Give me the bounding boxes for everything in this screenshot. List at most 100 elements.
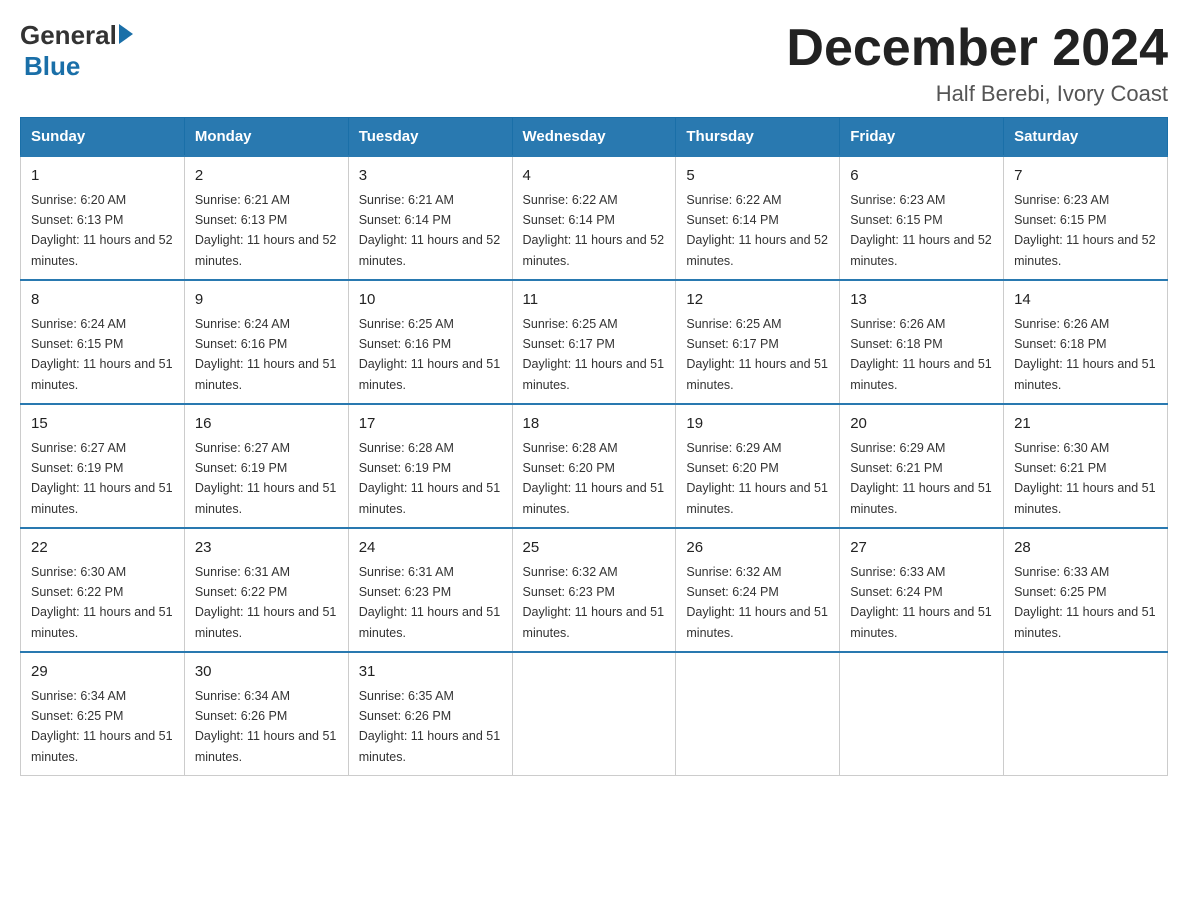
day-number: 19 — [686, 413, 829, 436]
week-row-1: 1 Sunrise: 6:20 AMSunset: 6:13 PMDayligh… — [21, 156, 1168, 280]
day-number: 23 — [195, 537, 338, 560]
header-sunday: Sunday — [21, 118, 185, 157]
table-cell: 26 Sunrise: 6:32 AMSunset: 6:24 PMDaylig… — [676, 528, 840, 652]
day-info: Sunrise: 6:29 AMSunset: 6:21 PMDaylight:… — [850, 441, 992, 516]
week-row-5: 29 Sunrise: 6:34 AMSunset: 6:25 PMDaylig… — [21, 652, 1168, 776]
day-number: 7 — [1014, 165, 1157, 188]
day-number: 31 — [359, 661, 502, 684]
day-info: Sunrise: 6:23 AMSunset: 6:15 PMDaylight:… — [850, 193, 992, 268]
table-cell: 29 Sunrise: 6:34 AMSunset: 6:25 PMDaylig… — [21, 652, 185, 776]
header-row: SundayMondayTuesdayWednesdayThursdayFrid… — [21, 118, 1168, 157]
day-info: Sunrise: 6:27 AMSunset: 6:19 PMDaylight:… — [31, 441, 173, 516]
day-number: 18 — [523, 413, 666, 436]
table-cell: 25 Sunrise: 6:32 AMSunset: 6:23 PMDaylig… — [512, 528, 676, 652]
day-number: 15 — [31, 413, 174, 436]
day-number: 20 — [850, 413, 993, 436]
day-number: 11 — [523, 289, 666, 312]
table-cell: 17 Sunrise: 6:28 AMSunset: 6:19 PMDaylig… — [348, 404, 512, 528]
table-cell: 6 Sunrise: 6:23 AMSunset: 6:15 PMDayligh… — [840, 156, 1004, 280]
table-cell: 18 Sunrise: 6:28 AMSunset: 6:20 PMDaylig… — [512, 404, 676, 528]
day-number: 28 — [1014, 537, 1157, 560]
day-info: Sunrise: 6:30 AMSunset: 6:21 PMDaylight:… — [1014, 441, 1156, 516]
day-info: Sunrise: 6:29 AMSunset: 6:20 PMDaylight:… — [686, 441, 828, 516]
day-info: Sunrise: 6:30 AMSunset: 6:22 PMDaylight:… — [31, 565, 173, 640]
day-number: 25 — [523, 537, 666, 560]
day-info: Sunrise: 6:22 AMSunset: 6:14 PMDaylight:… — [523, 193, 665, 268]
header-friday: Friday — [840, 118, 1004, 157]
location-title: Half Berebi, Ivory Coast — [786, 81, 1168, 107]
day-info: Sunrise: 6:26 AMSunset: 6:18 PMDaylight:… — [850, 317, 992, 392]
day-number: 13 — [850, 289, 993, 312]
day-number: 10 — [359, 289, 502, 312]
day-info: Sunrise: 6:21 AMSunset: 6:14 PMDaylight:… — [359, 193, 501, 268]
table-cell: 10 Sunrise: 6:25 AMSunset: 6:16 PMDaylig… — [348, 280, 512, 404]
table-cell: 16 Sunrise: 6:27 AMSunset: 6:19 PMDaylig… — [184, 404, 348, 528]
calendar-table: SundayMondayTuesdayWednesdayThursdayFrid… — [20, 117, 1168, 776]
title-section: December 2024 Half Berebi, Ivory Coast — [786, 20, 1168, 107]
table-cell: 7 Sunrise: 6:23 AMSunset: 6:15 PMDayligh… — [1004, 156, 1168, 280]
table-cell — [512, 652, 676, 776]
table-cell: 8 Sunrise: 6:24 AMSunset: 6:15 PMDayligh… — [21, 280, 185, 404]
logo-general-text: General — [20, 20, 117, 51]
header-tuesday: Tuesday — [348, 118, 512, 157]
day-info: Sunrise: 6:28 AMSunset: 6:20 PMDaylight:… — [523, 441, 665, 516]
day-number: 3 — [359, 165, 502, 188]
day-info: Sunrise: 6:34 AMSunset: 6:25 PMDaylight:… — [31, 689, 173, 764]
day-info: Sunrise: 6:31 AMSunset: 6:23 PMDaylight:… — [359, 565, 501, 640]
day-info: Sunrise: 6:34 AMSunset: 6:26 PMDaylight:… — [195, 689, 337, 764]
day-number: 21 — [1014, 413, 1157, 436]
day-info: Sunrise: 6:27 AMSunset: 6:19 PMDaylight:… — [195, 441, 337, 516]
header-thursday: Thursday — [676, 118, 840, 157]
day-info: Sunrise: 6:33 AMSunset: 6:25 PMDaylight:… — [1014, 565, 1156, 640]
table-cell: 24 Sunrise: 6:31 AMSunset: 6:23 PMDaylig… — [348, 528, 512, 652]
header-monday: Monday — [184, 118, 348, 157]
day-number: 24 — [359, 537, 502, 560]
table-cell: 3 Sunrise: 6:21 AMSunset: 6:14 PMDayligh… — [348, 156, 512, 280]
day-number: 26 — [686, 537, 829, 560]
logo-arrow-icon — [119, 24, 133, 44]
table-cell: 13 Sunrise: 6:26 AMSunset: 6:18 PMDaylig… — [840, 280, 1004, 404]
day-info: Sunrise: 6:32 AMSunset: 6:23 PMDaylight:… — [523, 565, 665, 640]
day-info: Sunrise: 6:35 AMSunset: 6:26 PMDaylight:… — [359, 689, 501, 764]
day-info: Sunrise: 6:33 AMSunset: 6:24 PMDaylight:… — [850, 565, 992, 640]
table-cell: 27 Sunrise: 6:33 AMSunset: 6:24 PMDaylig… — [840, 528, 1004, 652]
day-number: 16 — [195, 413, 338, 436]
day-info: Sunrise: 6:28 AMSunset: 6:19 PMDaylight:… — [359, 441, 501, 516]
month-title: December 2024 — [786, 20, 1168, 77]
day-info: Sunrise: 6:22 AMSunset: 6:14 PMDaylight:… — [686, 193, 828, 268]
table-cell — [840, 652, 1004, 776]
table-cell: 21 Sunrise: 6:30 AMSunset: 6:21 PMDaylig… — [1004, 404, 1168, 528]
day-number: 5 — [686, 165, 829, 188]
table-cell: 1 Sunrise: 6:20 AMSunset: 6:13 PMDayligh… — [21, 156, 185, 280]
day-info: Sunrise: 6:25 AMSunset: 6:17 PMDaylight:… — [686, 317, 828, 392]
day-number: 29 — [31, 661, 174, 684]
day-info: Sunrise: 6:23 AMSunset: 6:15 PMDaylight:… — [1014, 193, 1156, 268]
table-cell: 28 Sunrise: 6:33 AMSunset: 6:25 PMDaylig… — [1004, 528, 1168, 652]
day-number: 8 — [31, 289, 174, 312]
table-cell — [676, 652, 840, 776]
day-number: 9 — [195, 289, 338, 312]
day-info: Sunrise: 6:25 AMSunset: 6:17 PMDaylight:… — [523, 317, 665, 392]
day-number: 27 — [850, 537, 993, 560]
day-number: 2 — [195, 165, 338, 188]
table-cell: 20 Sunrise: 6:29 AMSunset: 6:21 PMDaylig… — [840, 404, 1004, 528]
day-info: Sunrise: 6:24 AMSunset: 6:15 PMDaylight:… — [31, 317, 173, 392]
table-cell: 11 Sunrise: 6:25 AMSunset: 6:17 PMDaylig… — [512, 280, 676, 404]
day-number: 30 — [195, 661, 338, 684]
table-cell — [1004, 652, 1168, 776]
table-cell: 31 Sunrise: 6:35 AMSunset: 6:26 PMDaylig… — [348, 652, 512, 776]
day-number: 1 — [31, 165, 174, 188]
day-number: 12 — [686, 289, 829, 312]
logo: General Blue — [20, 20, 133, 82]
day-info: Sunrise: 6:32 AMSunset: 6:24 PMDaylight:… — [686, 565, 828, 640]
table-cell: 23 Sunrise: 6:31 AMSunset: 6:22 PMDaylig… — [184, 528, 348, 652]
day-info: Sunrise: 6:24 AMSunset: 6:16 PMDaylight:… — [195, 317, 337, 392]
table-cell: 30 Sunrise: 6:34 AMSunset: 6:26 PMDaylig… — [184, 652, 348, 776]
day-number: 17 — [359, 413, 502, 436]
day-number: 22 — [31, 537, 174, 560]
table-cell: 2 Sunrise: 6:21 AMSunset: 6:13 PMDayligh… — [184, 156, 348, 280]
table-cell: 9 Sunrise: 6:24 AMSunset: 6:16 PMDayligh… — [184, 280, 348, 404]
week-row-4: 22 Sunrise: 6:30 AMSunset: 6:22 PMDaylig… — [21, 528, 1168, 652]
table-cell: 14 Sunrise: 6:26 AMSunset: 6:18 PMDaylig… — [1004, 280, 1168, 404]
day-number: 4 — [523, 165, 666, 188]
